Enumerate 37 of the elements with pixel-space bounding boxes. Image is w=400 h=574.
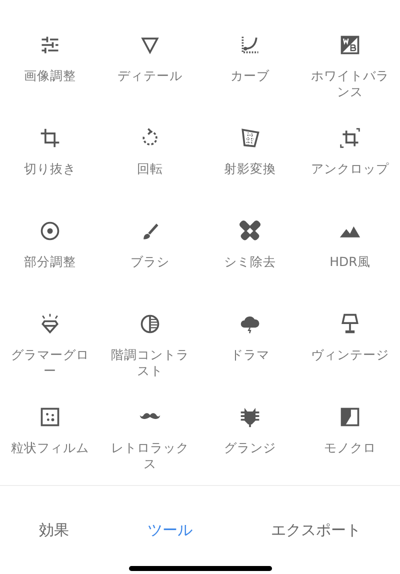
wb-badge-icon[interactable] <box>339 34 361 56</box>
tool-label[interactable]: シミ除去 <box>224 254 276 270</box>
monochrome-icon[interactable] <box>339 406 361 428</box>
tool-label[interactable]: 粒状フィルム <box>11 440 89 456</box>
tool-label[interactable]: ドラマ <box>230 347 270 363</box>
dice-icon[interactable] <box>39 406 61 428</box>
tool-label[interactable]: ヴィンテージ <box>311 347 389 363</box>
bottom-tab[interactable]: エクスポート <box>264 508 367 552</box>
tool-label[interactable]: モノクロ <box>324 440 376 456</box>
tool-label[interactable]: ディテール <box>118 68 182 84</box>
bottom-tab[interactable]: 効果 <box>33 508 76 552</box>
sliders-icon[interactable] <box>39 34 61 56</box>
bandage-icon[interactable] <box>239 220 261 242</box>
tool-label[interactable]: 部分調整 <box>24 254 76 270</box>
curve-icon[interactable] <box>239 34 261 56</box>
tool-label[interactable]: ブラシ <box>130 254 170 270</box>
crop-icon[interactable] <box>39 127 61 149</box>
guitar-head-icon[interactable] <box>239 406 261 428</box>
expand-icon[interactable] <box>339 127 361 149</box>
perspective-icon[interactable] <box>239 127 261 149</box>
diamond-icon[interactable] <box>39 313 61 335</box>
tool-label[interactable]: 回転 <box>137 161 163 177</box>
tool-label[interactable]: ホワイトバランス <box>310 68 390 100</box>
tool-label[interactable]: 画像調整 <box>24 68 76 84</box>
tool-label[interactable]: 階調コントラスト <box>110 347 190 379</box>
bottom-tab[interactable]: ツール <box>141 508 198 552</box>
tool-label[interactable]: 切り抜き <box>24 161 76 177</box>
tool-label[interactable]: レトロラックス <box>110 440 190 472</box>
tool-label[interactable]: カーブ <box>230 68 270 84</box>
tool-label[interactable]: 射影変換 <box>224 161 276 177</box>
contrast-icon[interactable] <box>139 313 161 335</box>
tool-label[interactable]: グラマーグロー <box>10 347 90 379</box>
tool-label[interactable]: HDR風 <box>330 254 370 270</box>
tool-label[interactable]: グランジ <box>224 440 276 456</box>
target-icon[interactable] <box>39 220 61 242</box>
tool-label[interactable]: アンクロップ <box>311 161 389 177</box>
lamp-icon[interactable] <box>339 313 361 335</box>
